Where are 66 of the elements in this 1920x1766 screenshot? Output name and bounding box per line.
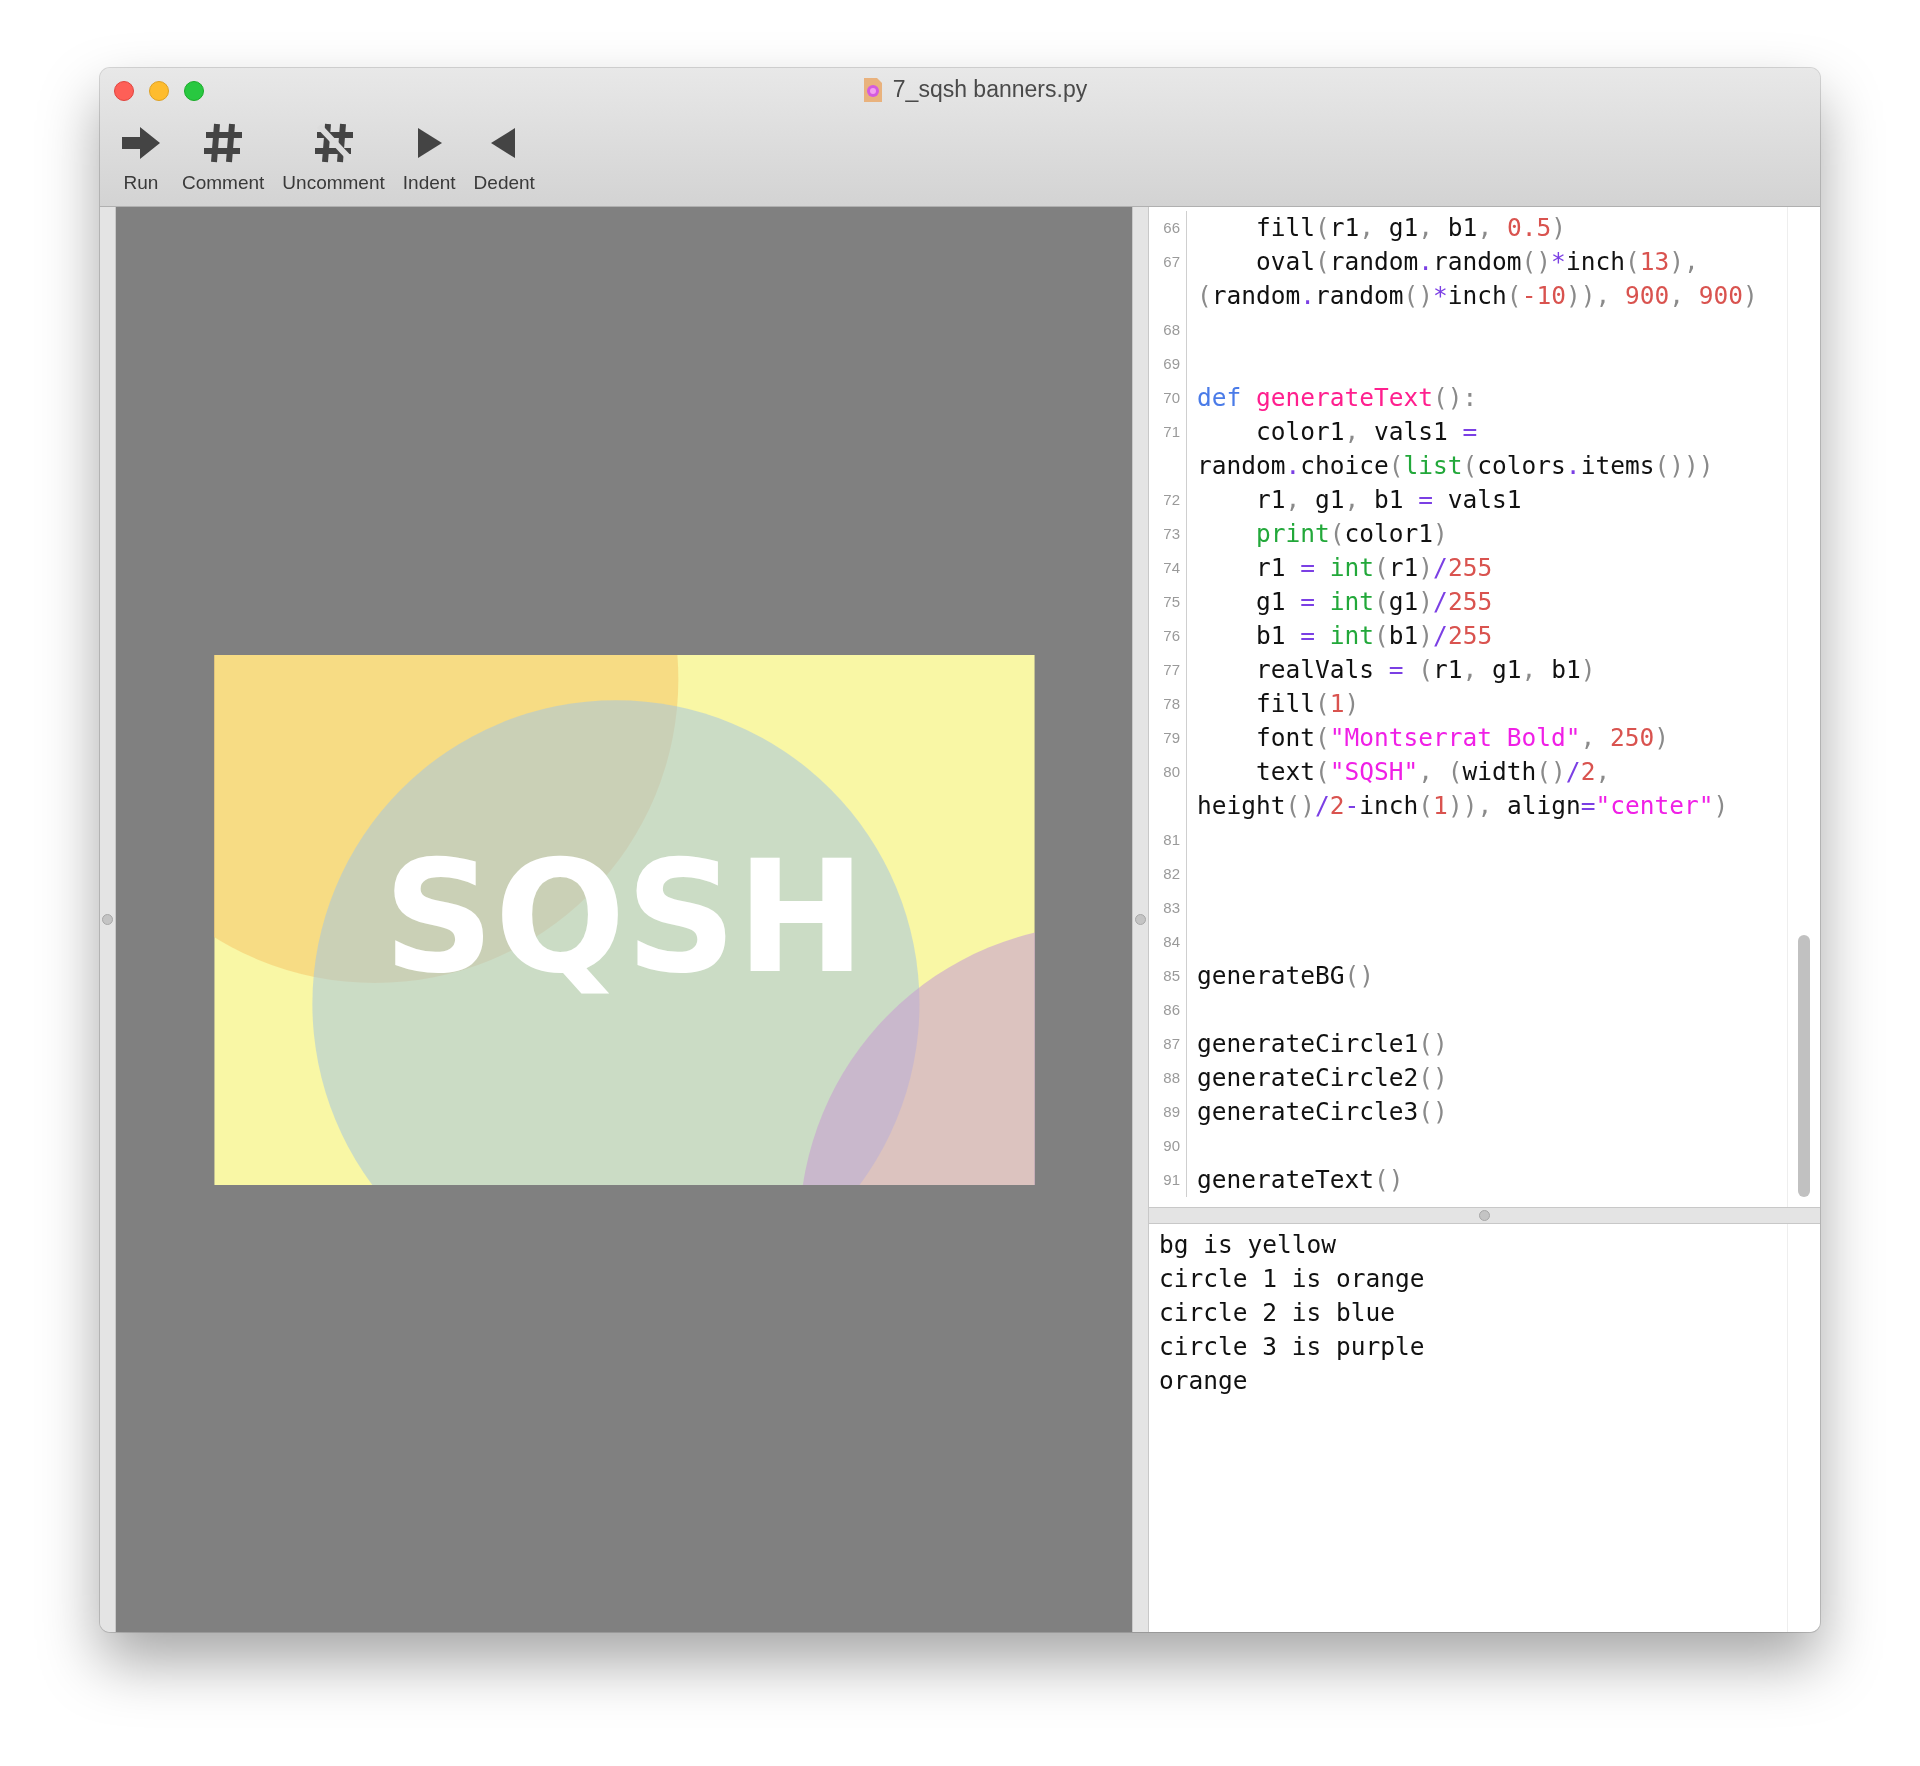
line-number: 88 <box>1149 1061 1187 1095</box>
code-line: color1, vals1 = random.choice(list(colors.items())) <box>1196 416 1715 482</box>
line-number: 70 <box>1149 381 1187 415</box>
resize-handle[interactable] <box>1135 914 1146 925</box>
python-file-icon <box>862 76 883 103</box>
line-number: 77 <box>1149 653 1187 687</box>
toolbar-button[interactable]: Uncomment <box>278 120 389 194</box>
console-line: orange <box>1159 1365 1249 1397</box>
splitter[interactable] <box>1149 1207 1820 1224</box>
line-number: 71 <box>1149 415 1187 483</box>
line-number: 73 <box>1149 517 1187 551</box>
code-line: oval(random.random()*inch(13), (random.random()*inch(-10)), 900, 900) <box>1196 246 1759 312</box>
line-number: 86 <box>1149 993 1187 1027</box>
line-number: 79 <box>1149 721 1187 755</box>
code-line: def generateText(): <box>1196 382 1479 414</box>
code-line: generateCircle3() <box>1196 1096 1449 1128</box>
console-line: bg is yellow <box>1159 1229 1337 1261</box>
console-line: circle 2 is blue <box>1159 1297 1396 1329</box>
line-number: 89 <box>1149 1095 1187 1129</box>
line-number: 82 <box>1149 857 1187 891</box>
line-number: 78 <box>1149 687 1187 721</box>
resize-handle[interactable] <box>102 914 113 925</box>
line-number: 68 <box>1149 313 1187 347</box>
line-number: 83 <box>1149 891 1187 925</box>
console-line: circle 3 is purple <box>1159 1331 1426 1363</box>
line-number: 66 <box>1149 211 1187 245</box>
line-number: 80 <box>1149 755 1187 823</box>
code-line: realVals = (r1, g1, b1) <box>1255 654 1597 686</box>
close-button[interactable] <box>114 81 134 101</box>
line-number: 91 <box>1149 1163 1187 1197</box>
console-line: circle 1 is orange <box>1159 1263 1426 1295</box>
line-number: 72 <box>1149 483 1187 517</box>
resize-handle[interactable] <box>1479 1210 1490 1221</box>
line-number: 85 <box>1149 959 1187 993</box>
toolbar-button[interactable]: Indent <box>398 120 460 194</box>
code-line: fill(1) <box>1255 688 1361 720</box>
code-line: generateCircle2() <box>1196 1062 1449 1094</box>
code-line: r1, g1, b1 = vals1 <box>1255 484 1523 516</box>
code-line: font("Montserrat Bold", 250) <box>1255 722 1671 754</box>
code-line: print(color1) <box>1255 518 1449 550</box>
line-number: 90 <box>1149 1129 1187 1163</box>
toolbar-button[interactable]: Comment <box>178 120 269 194</box>
line-number: 69 <box>1149 347 1187 381</box>
window-title: 7_sqsh banners.py <box>892 76 1088 103</box>
line-number: 84 <box>1149 925 1187 959</box>
code-line: generateText() <box>1196 1164 1405 1196</box>
line-number: 87 <box>1149 1027 1187 1061</box>
code-line: fill(r1, g1, b1, 0.5) <box>1255 212 1567 244</box>
line-number: 67 <box>1149 245 1187 313</box>
line-number: 76 <box>1149 619 1187 653</box>
code-line: generateBG() <box>1196 960 1376 992</box>
banner-text: SQSH <box>382 827 866 1007</box>
code-line: generateCircle1() <box>1196 1028 1449 1060</box>
minimize-button[interactable] <box>149 81 169 101</box>
toolbar-button[interactable]: Run <box>114 120 168 194</box>
code-line: g1 = int(g1)/255 <box>1255 586 1494 618</box>
toolbar-button[interactable]: Dedent <box>469 120 539 194</box>
code-line: b1 = int(b1)/255 <box>1255 620 1494 652</box>
line-number: 74 <box>1149 551 1187 585</box>
zoom-button[interactable] <box>184 81 204 101</box>
code-line: text("SQSH", (width()/2, height()/2-inch(1)), align="center") <box>1196 756 1730 822</box>
line-number: 81 <box>1149 823 1187 857</box>
code-line: r1 = int(r1)/255 <box>1255 552 1494 584</box>
scrollbar-thumb[interactable] <box>1798 935 1810 1197</box>
code-editor[interactable] <box>1149 207 1820 1207</box>
line-number: 75 <box>1149 585 1187 619</box>
